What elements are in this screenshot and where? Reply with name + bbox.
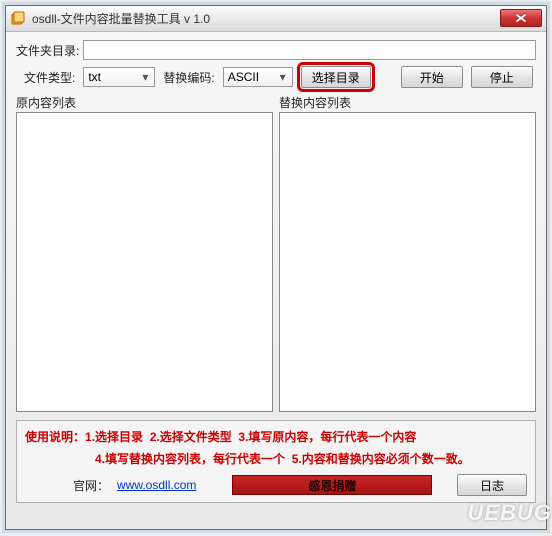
replace-list-box[interactable] <box>279 112 536 412</box>
site-label: 官网： <box>73 477 109 494</box>
choose-dir-button[interactable]: 选择目录 <box>301 66 371 88</box>
window-title: osdll-文件内容批量替换工具 v 1.0 <box>32 10 210 27</box>
instructions-line2: 4.填写替换内容列表，每行代表一个 5.内容和替换内容必须个数一致。 <box>25 449 527 471</box>
chevron-down-icon: ▾ <box>276 70 290 84</box>
close-button[interactable] <box>500 9 542 27</box>
app-window: osdll-文件内容批量替换工具 v 1.0 文件夹目录: 文件类型: txt … <box>5 5 547 530</box>
folder-label: 文件夹目录: <box>16 42 79 59</box>
stop-button[interactable]: 停止 <box>471 66 533 88</box>
instructions-panel: 使用说明：1.选择目录 2.选择文件类型 3.填写原内容，每行代表一个内容 4.… <box>16 420 536 503</box>
encoding-value: ASCII <box>228 70 259 84</box>
filetype-value: txt <box>88 70 101 84</box>
log-button[interactable]: 日志 <box>457 474 527 496</box>
content-area: 文件夹目录: 文件类型: txt ▾ 替换编码: ASCII ▾ 选择目录 开始… <box>6 32 546 509</box>
chevron-down-icon: ▾ <box>138 70 152 84</box>
titlebar: osdll-文件内容批量替换工具 v 1.0 <box>6 6 546 32</box>
site-link[interactable]: www.osdll.com <box>117 478 196 492</box>
controls-row: 文件类型: txt ▾ 替换编码: ASCII ▾ 选择目录 开始 停止 <box>16 66 536 88</box>
donate-button[interactable]: 感恩捐赠 <box>232 475 432 495</box>
original-list-column: 原内容列表 <box>16 94 273 412</box>
filetype-label: 文件类型: <box>24 69 75 86</box>
close-icon <box>516 14 526 22</box>
bottom-row: 官网： www.osdll.com 感恩捐赠 日志 <box>25 474 527 496</box>
start-button[interactable]: 开始 <box>401 66 463 88</box>
instructions-line1: 使用说明：1.选择目录 2.选择文件类型 3.填写原内容，每行代表一个内容 <box>25 427 527 449</box>
lists-row: 原内容列表 替换内容列表 <box>16 94 536 412</box>
folder-input[interactable] <box>83 40 536 60</box>
encoding-label: 替换编码: <box>163 69 214 86</box>
replace-list-column: 替换内容列表 <box>279 94 536 412</box>
filetype-select[interactable]: txt ▾ <box>83 67 155 87</box>
original-list-label: 原内容列表 <box>16 94 273 111</box>
replace-list-label: 替换内容列表 <box>279 94 536 111</box>
encoding-select[interactable]: ASCII ▾ <box>223 67 293 87</box>
original-list-box[interactable] <box>16 112 273 412</box>
app-icon <box>10 11 26 27</box>
folder-row: 文件夹目录: <box>16 40 536 60</box>
